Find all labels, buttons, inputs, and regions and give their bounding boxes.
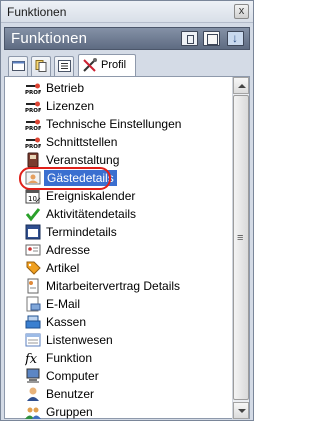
pin-button[interactable]: [227, 31, 244, 46]
panel-header: Funktionen: [4, 27, 250, 50]
highlight-annotation: [19, 167, 111, 190]
list-item-label: Listenwesen: [46, 333, 113, 347]
window-icon: [12, 61, 25, 71]
list-item-label: Gruppen: [46, 405, 93, 419]
list-item-kassen[interactable]: Kassen: [25, 313, 225, 331]
list-item-label: Veranstaltung: [46, 153, 120, 167]
close-button[interactable]: x: [234, 4, 249, 19]
function-fx-icon: fx: [25, 352, 38, 366]
list-item-mitarbeitervertrag-details[interactable]: Mitarbeitervertrag Details: [25, 277, 225, 295]
svg-text:PROFIL: PROFIL: [25, 90, 41, 96]
list-item-listenwesen[interactable]: Listenwesen: [25, 331, 225, 349]
dock-left-button[interactable]: [181, 31, 198, 46]
scroll-thumb[interactable]: [233, 95, 249, 400]
vertical-scrollbar[interactable]: [232, 77, 249, 419]
svg-text:fx: fx: [25, 352, 38, 366]
list-icon: [58, 60, 71, 72]
list-item-label: Technische Einstellungen: [46, 117, 182, 131]
list-item-artikel[interactable]: Artikel: [25, 259, 225, 277]
list-icon: [25, 333, 41, 347]
cash-register-icon: [25, 315, 41, 329]
list-item-betrieb[interactable]: PROFIL Betrieb: [25, 79, 225, 97]
user-icon: [27, 387, 39, 401]
list-item-label: Artikel: [46, 261, 80, 275]
tab-profil[interactable]: Profil: [78, 54, 136, 76]
panel-title: Funktionen: [11, 30, 88, 47]
list-item-funktion[interactable]: fx Funktion: [25, 349, 225, 367]
list-item-label: Funktion: [46, 351, 93, 365]
tab-strip: Profil: [4, 53, 250, 77]
group-icon: [25, 407, 41, 419]
list-item-termindetails[interactable]: Termindetails: [25, 223, 225, 241]
tab-list[interactable]: [54, 56, 74, 76]
list-item-label: Lizenzen: [46, 99, 95, 113]
list-item-label: Betrieb: [46, 81, 85, 95]
tab-documents[interactable]: [31, 56, 51, 76]
event-icon: [27, 152, 39, 168]
computer-icon: [26, 368, 40, 383]
list-item-adresse[interactable]: Adresse: [25, 241, 225, 259]
profil-icon: PROFIL: [25, 83, 41, 96]
list-item-label: Aktivitätendetails: [46, 207, 137, 221]
function-list-panel: PROFIL Betrieb PROFIL Lizenzen PROFIL Te…: [4, 77, 250, 419]
list-item-computer[interactable]: Computer: [25, 367, 225, 385]
maximize-button[interactable]: [203, 31, 220, 46]
list-item-label: E-Mail: [46, 297, 81, 311]
function-list: PROFIL Betrieb PROFIL Lizenzen PROFIL Te…: [5, 77, 231, 419]
list-item-aktivitaetendetails[interactable]: Aktivitätendetails: [25, 205, 225, 223]
profil-icon: PROFIL: [25, 137, 41, 150]
profil-icon: PROFIL: [25, 119, 41, 132]
appointment-icon: [25, 224, 41, 240]
scroll-up-button[interactable]: [233, 77, 249, 94]
email-icon: [26, 296, 41, 312]
list-item-lizenzen[interactable]: PROFIL Lizenzen: [25, 97, 225, 115]
contract-icon: [27, 278, 39, 294]
svg-text:10: 10: [28, 195, 37, 203]
list-item-schnittstellen[interactable]: PROFIL Schnittstellen: [25, 133, 225, 151]
list-item-label: Adresse: [46, 243, 91, 257]
documents-icon: [35, 60, 47, 72]
list-item-benutzer[interactable]: Benutzer: [25, 385, 225, 403]
list-item-label: Computer: [46, 369, 99, 383]
list-item-technische-einstellungen[interactable]: PROFIL Technische Einstellungen: [25, 115, 225, 133]
functions-window: Funktionen x Funktionen Profil PROFIL Be…: [0, 0, 254, 421]
window-title: Funktionen: [7, 5, 67, 19]
tab-window[interactable]: [8, 56, 28, 76]
tag-icon: [26, 261, 41, 275]
list-item-label: Mitarbeitervertrag Details: [46, 279, 181, 293]
scroll-down-button[interactable]: [233, 402, 249, 419]
svg-text:PROFIL: PROFIL: [25, 108, 41, 114]
list-item-gruppen[interactable]: Gruppen: [25, 403, 225, 421]
list-item-label: Kassen: [46, 315, 87, 329]
window-titlebar: Funktionen x: [1, 1, 253, 23]
list-item-e-mail[interactable]: E-Mail: [25, 295, 225, 313]
list-item-label: Benutzer: [46, 387, 95, 401]
svg-text:PROFIL: PROFIL: [25, 126, 41, 132]
calendar-icon: 10: [25, 189, 41, 204]
address-card-icon: [25, 244, 41, 256]
list-item-label: Schnittstellen: [46, 135, 118, 149]
tab-profil-label: Profil: [101, 59, 127, 71]
svg-text:PROFIL: PROFIL: [25, 144, 41, 150]
profil-icon: PROFIL: [25, 101, 41, 114]
checkmark-icon: [25, 208, 41, 222]
tools-icon: [83, 58, 97, 72]
list-item-label: Termindetails: [46, 225, 117, 239]
list-item-label: Ereigniskalender: [46, 189, 136, 203]
